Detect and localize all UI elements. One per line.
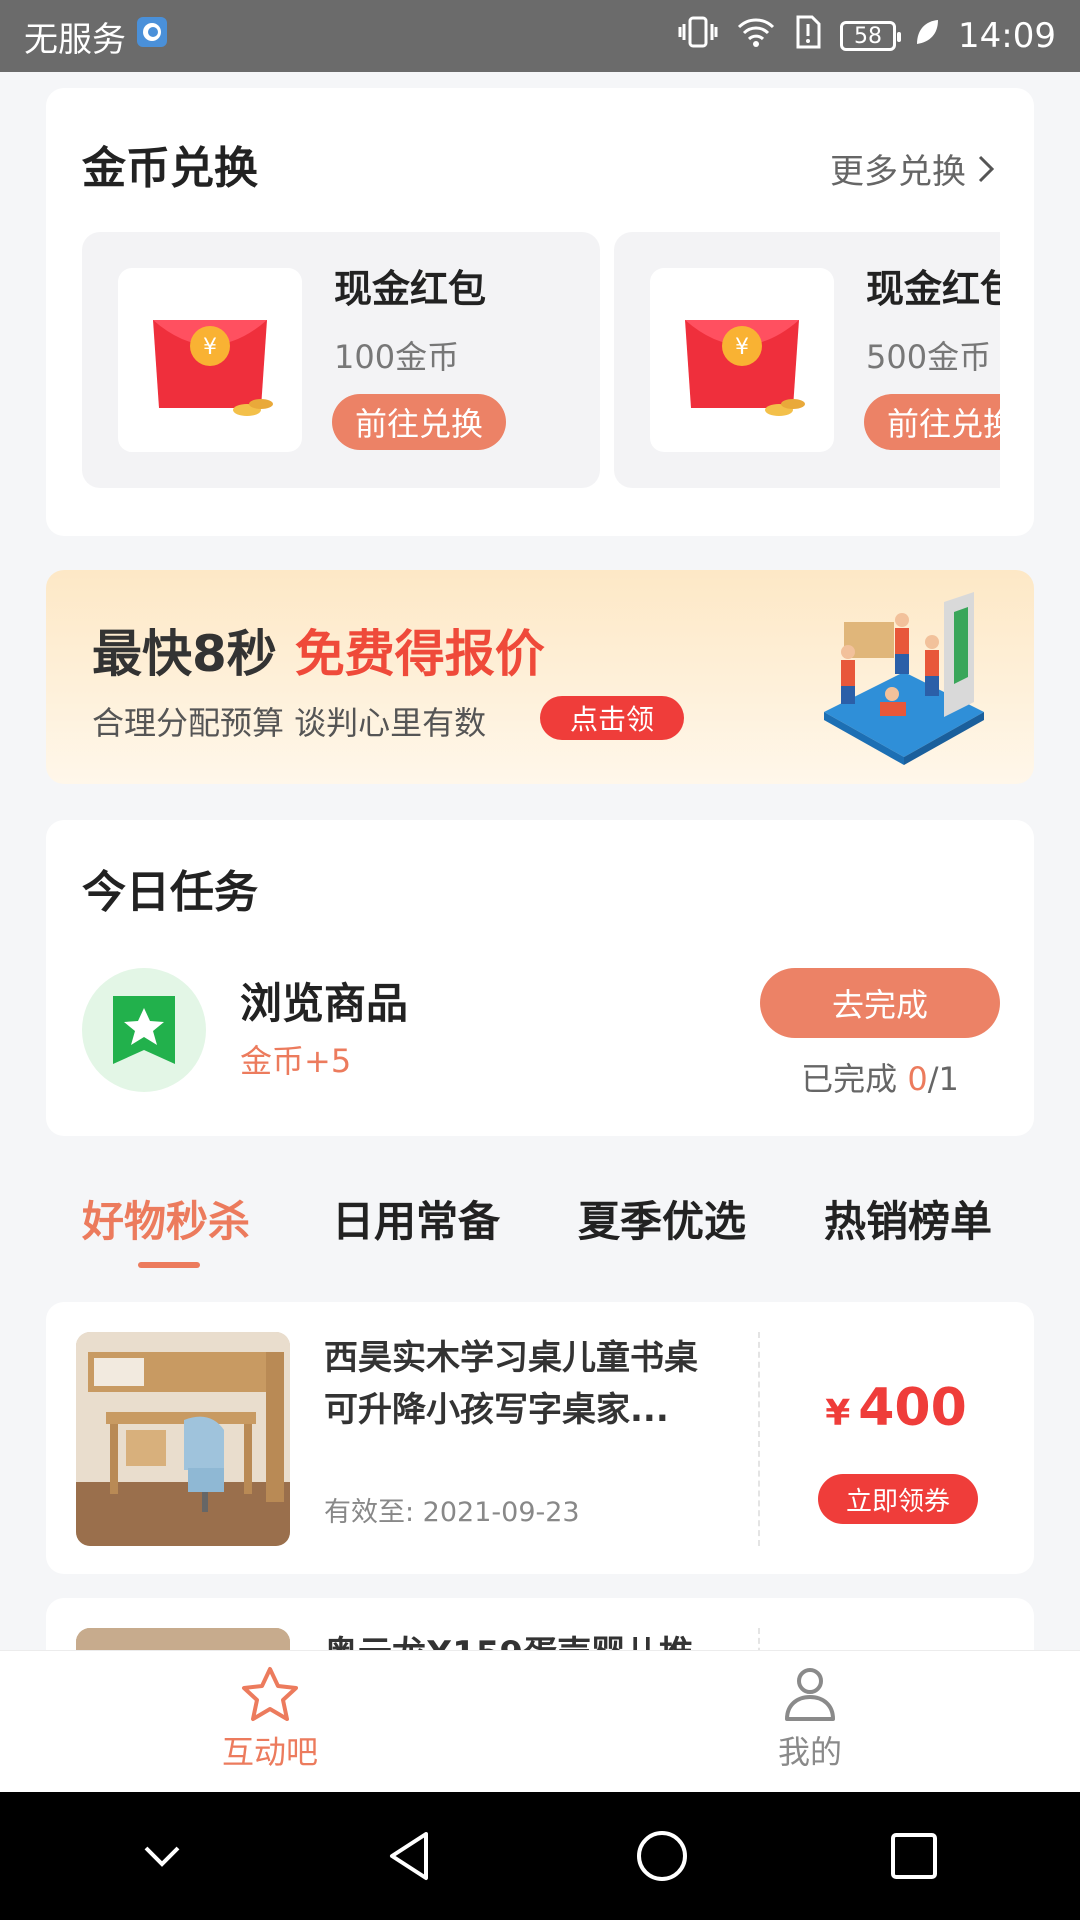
red-packet-image: ¥	[118, 268, 302, 452]
vibrate-icon	[678, 15, 718, 58]
banner-headline: 最快8秒 免费得报价	[92, 614, 545, 686]
clock: 14:09	[958, 16, 1056, 56]
chevron-right-icon	[978, 155, 995, 182]
task-progress: 已完成 0/1	[760, 1054, 1000, 1100]
chevron-down-icon[interactable]	[138, 1832, 186, 1880]
svg-text:¥: ¥	[735, 335, 749, 360]
currency-symbol: ¥	[825, 1393, 851, 1434]
coupon-price: ¥400	[758, 1378, 1034, 1438]
go-exchange-button[interactable]: 前往兑换	[864, 394, 1000, 450]
dashed-divider	[758, 1332, 760, 1546]
coupon-valid-until: 有效至: 2021-09-23	[324, 1497, 580, 1528]
coin-exchange-card: 金币兑换 更多兑换 ¥ 现金红包 100金币 前往兑换 ¥ 现金红包 500金币…	[46, 88, 1034, 536]
system-navigation-bar	[0, 1792, 1080, 1920]
section-title: 今日任务	[82, 867, 258, 918]
exchange-item[interactable]: ¥ 现金红包 100金币 前往兑换	[82, 232, 600, 488]
dashed-divider	[758, 1628, 760, 1650]
wifi-icon	[736, 15, 776, 58]
main-scroll[interactable]: 金币兑换 更多兑换 ¥ 现金红包 100金币 前往兑换 ¥ 现金红包 500金币…	[0, 72, 1080, 1650]
nav-interact[interactable]: 互动吧	[170, 1665, 370, 1773]
more-exchange-link[interactable]: 更多兑换	[830, 144, 998, 193]
section-title: 金币兑换	[82, 143, 258, 194]
more-exchange-label: 更多兑换	[830, 152, 966, 192]
task-progress-total: /1	[927, 1060, 959, 1098]
svg-text:¥: ¥	[203, 335, 217, 360]
app-notification-icon	[136, 16, 168, 57]
exchange-item-name: 现金红包	[866, 267, 1000, 311]
renovation-workers-illustration	[814, 582, 994, 772]
claim-button[interactable]: 点击领	[540, 696, 684, 740]
bottom-navigation: 互动吧 我的	[0, 1650, 1080, 1792]
back-icon[interactable]	[382, 1828, 438, 1884]
exchange-item[interactable]: ¥ 现金红包 500金币 前往兑换	[614, 232, 1000, 488]
carrier-label: 无服务	[24, 19, 126, 60]
task-progress-done: 0	[907, 1060, 928, 1098]
product-title: 西昊实木学习桌儿童书桌可升降小孩写字桌家...	[324, 1338, 698, 1430]
task-name: 浏览商品	[240, 979, 409, 1028]
exchange-item-coins: 500金币	[866, 338, 992, 376]
complete-task-button[interactable]: 去完成	[760, 968, 1000, 1038]
nav-label: 互动吧	[221, 1733, 318, 1771]
price-value: 400	[858, 1378, 967, 1438]
product-image	[76, 1332, 290, 1546]
red-packet-image: ¥	[650, 268, 834, 452]
task-progress-label: 已完成	[801, 1060, 908, 1098]
daily-tasks-card: 今日任务 浏览商品 金币+5 去完成 已完成 0/1	[46, 820, 1034, 1136]
tab-summer-picks[interactable]: 夏季优选	[578, 1188, 746, 1249]
nav-profile[interactable]: 我的	[710, 1665, 910, 1773]
status-bar: 无服务 58 14:09	[0, 0, 1080, 72]
user-icon	[785, 1668, 835, 1721]
tab-daily-essentials[interactable]: 日用常备	[332, 1188, 500, 1249]
home-icon[interactable]	[634, 1828, 690, 1884]
exchange-item-coins: 100金币	[334, 338, 460, 376]
nav-label: 我的	[777, 1733, 842, 1771]
product-coupon-card[interactable]: 西昊实木学习桌儿童书桌可升降小孩写字桌家... 有效至: 2021-09-23 …	[46, 1302, 1034, 1574]
category-tabs: 好物秒杀 日用常备 夏季优选 热销榜单	[46, 1168, 1034, 1278]
exchange-carousel[interactable]: ¥ 现金红包 100金币 前往兑换 ¥ 现金红包 500金币 前往兑换	[82, 232, 1000, 488]
leaf-icon	[914, 16, 940, 56]
claim-coupon-button[interactable]: 立即领券	[818, 1474, 978, 1524]
quote-promo-banner[interactable]: 最快8秒 免费得报价 合理分配预算 谈判心里有数 点击领	[46, 570, 1034, 784]
star-icon	[242, 1667, 298, 1721]
banner-subtitle: 合理分配预算 谈判心里有数	[92, 704, 487, 742]
task-reward: 金币+5	[240, 1042, 352, 1080]
active-tab-indicator	[138, 1262, 200, 1268]
battery-indicator: 58	[840, 21, 902, 51]
product-title: 奥云龙X159蛋壳婴儿推车	[324, 1628, 724, 1650]
recents-icon[interactable]	[886, 1828, 942, 1884]
product-coupon-card[interactable]: 奥云龙X159蛋壳婴儿推车	[46, 1598, 1034, 1650]
tab-bestsellers[interactable]: 热销榜单	[824, 1188, 992, 1249]
sim-alert-icon	[794, 15, 822, 58]
product-image	[76, 1628, 290, 1650]
bookmark-star-icon	[82, 968, 206, 1092]
banner-highlight: 免费得报价	[294, 625, 545, 683]
exchange-item-name: 现金红包	[334, 267, 487, 311]
banner-prefix: 最快8秒	[92, 625, 277, 683]
tab-flash-sale[interactable]: 好物秒杀	[82, 1188, 250, 1249]
go-exchange-button[interactable]: 前往兑换	[332, 394, 506, 450]
